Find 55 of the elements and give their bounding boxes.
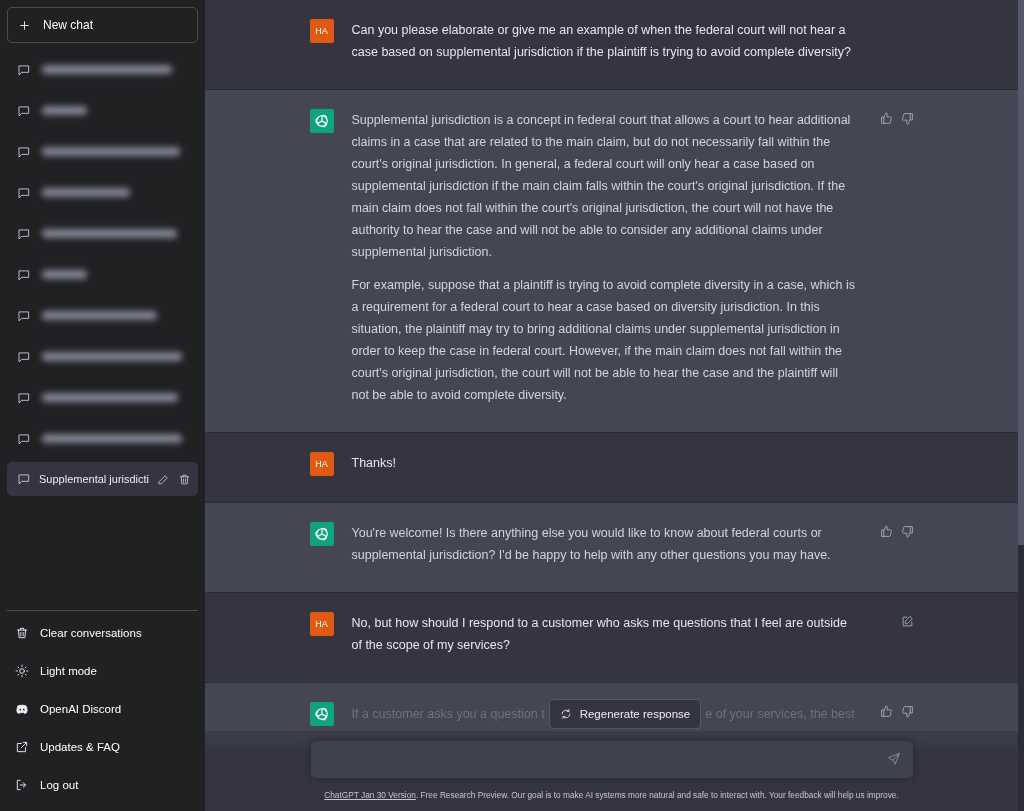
message-text: For example, suppose that a plaintiff is trying to avoid complete diversity in a case, which is a requirement for a federal court to hear a case based on diversity jurisdiction. In this situation, the plaintiff may try to bring additional claims under supplemental jurisdiction in order to keep the case in federal court. However, if the main claim does not fall within the court's original jurisdiction, the court will not be able to hear the case and the plaintiff will not be able to avoid complete diversity. [351,277,856,404]
refresh-icon [559,708,572,720]
discord-link[interactable]: OpenAI Discord [7,690,198,728]
regenerate-button[interactable]: Regenerate response [548,699,702,729]
assistant-avatar [309,702,334,726]
conversation-item[interactable]: Supplemental jurisdicti [7,462,198,496]
new-chat-button[interactable]: New chat [7,7,198,43]
user-avatar: HA [309,19,334,43]
chat-bubble-icon [17,472,31,486]
chat-bubble-icon [17,62,31,77]
chat-bubble-icon [17,226,31,241]
thumbs-up-icon[interactable] [879,525,893,538]
logout-item[interactable]: Log out [7,766,198,804]
trash-icon[interactable] [178,472,192,486]
message-text: You're welcome! Is there anything else you would like to know about federal courts or supplemental jurisdiction? I'd be happy to help with any other questions you may have. [351,525,832,564]
thumbs-up-icon[interactable] [879,705,893,718]
message-text: Supplemental jurisdiction is a concept in federal court that allows a court to hear additional claims in a case that are related to the main claim, but do not necessarily fall within the court's original jurisdiction. In general, a federal court will only hear a case based on supplemental jurisdiction if the main claim falls within the court's original jurisdiction. If the main claim does not fall within the court's original jurisdiction, the court will not have the authority to hear the case and will not be able to consider any additional claims under supplemental jurisdiction. [351,112,852,261]
version-link[interactable]: ChatGPT Jan 30 Version [324,790,416,800]
scrollbar[interactable] [1018,0,1024,811]
chat-bubble-icon [17,349,31,364]
blurred-title [42,270,87,279]
pencil-icon[interactable] [157,472,171,486]
thumbs-down-icon[interactable] [900,525,914,538]
blurred-title [42,106,87,115]
conversation-title: Supplemental jurisdicti [39,473,150,485]
thumbs-down-icon[interactable] [900,705,914,718]
plus-icon [18,18,31,32]
assistant-avatar [309,522,334,546]
assistant-avatar [309,109,334,133]
chat-bubble-icon [17,185,31,200]
clear-conversations-item[interactable]: Clear conversations [7,614,198,652]
message-input[interactable] [310,741,913,778]
trash-icon [15,626,29,640]
sun-icon [15,664,29,678]
updates-link[interactable]: Updates & FAQ [7,728,198,766]
chat-bubble-icon [17,103,31,118]
chat-bubble-icon [17,144,31,159]
message-text: Can you please elaborate or give me an example of when the federal court will not hear a case based on supplemental jurisdiction if the plaintiff is trying to avoid complete diversity? [351,22,852,61]
chat-bubble-icon [17,267,31,282]
message-text: No, but how should I respond to a customer who asks me questions that I feel are outside of the scope of my services? [351,615,848,654]
disclaimer-text: ChatGPT Jan 30 Version. Free Research Preview. Our goal is to make AI systems more natural and safe to interact with. Your feedback will help us improve. [324,790,899,800]
thumbs-up-icon[interactable] [879,112,893,125]
chat-bubble-icon [17,308,31,323]
logout-icon [15,778,29,792]
chat-bubble-icon [17,390,31,405]
external-link-icon [15,740,29,754]
edit-icon[interactable] [900,615,914,628]
message-text: Thanks! [351,455,397,472]
thumbs-down-icon[interactable] [900,112,914,125]
light-mode-item[interactable]: Light mode [7,652,198,690]
user-avatar: HA [309,612,334,636]
chat-bubble-icon [17,431,31,446]
game-controller-face-icon [15,702,29,716]
send-icon[interactable] [886,752,901,766]
user-avatar: HA [309,452,334,476]
